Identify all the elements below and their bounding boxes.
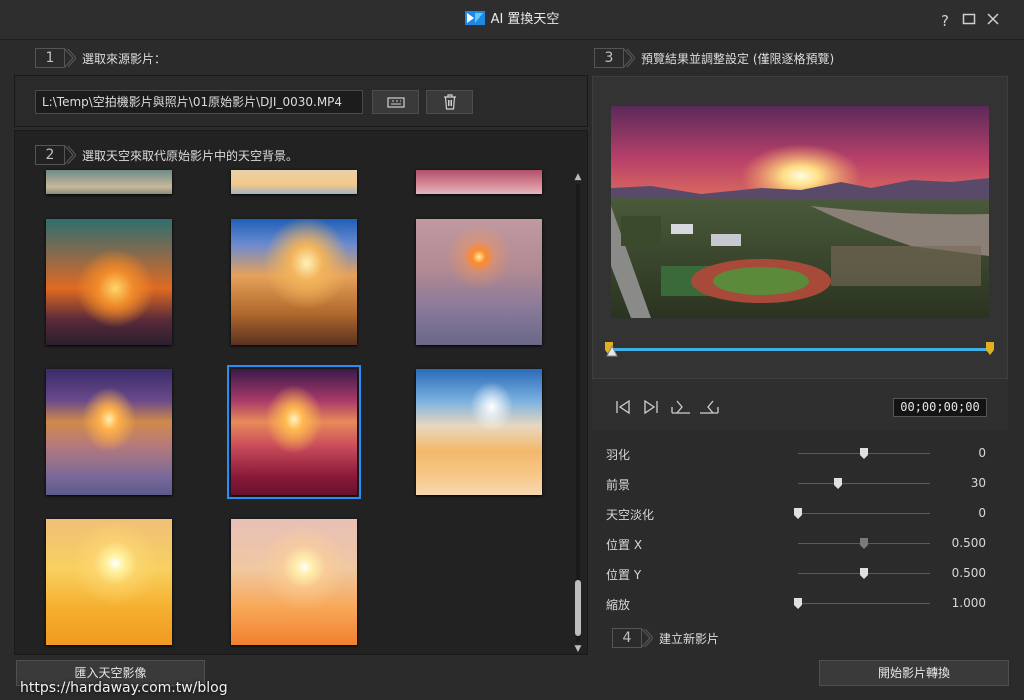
setting-value: 30 (970, 476, 986, 490)
step-1-label: 選取來源影片： (82, 51, 167, 66)
setting-slider-thumb[interactable] (860, 568, 868, 579)
sky-thumbnail[interactable] (416, 219, 542, 345)
step-1-header: 1 選取來源影片： (35, 48, 166, 68)
sky-thumbnail[interactable] (46, 369, 172, 495)
step-3-header: 3 預覽結果並調整設定 (僅限逐格預覽) (594, 48, 834, 68)
timecode-display: 00;00;00;00 (893, 398, 987, 417)
setting-label: 羽化 (606, 448, 631, 462)
delete-button[interactable] (426, 90, 473, 114)
trash-icon (443, 94, 456, 110)
source-path-field[interactable]: L:\Temp\空拍機影片與照片\01原始影片\DJI_0030.MP4 (35, 90, 363, 114)
sky-thumbnail[interactable] (46, 219, 172, 345)
step-3-number: 3 (594, 48, 624, 68)
setting-label: 前景 (606, 478, 631, 492)
setting-label: 天空淡化 (606, 508, 655, 522)
start-convert-button[interactable]: 開始影片轉換 (819, 660, 1009, 686)
scroll-up-icon[interactable]: ▲ (573, 172, 583, 182)
setting-slider-thumb[interactable] (794, 598, 802, 609)
sky-thumbnail-selected[interactable] (227, 365, 361, 499)
scroll-down-icon[interactable]: ▼ (573, 644, 583, 654)
previous-frame-icon[interactable] (614, 399, 632, 415)
setting-slider-thumb[interactable] (860, 448, 868, 459)
setting-value: 0.500 (951, 536, 986, 550)
setting-slider-thumb[interactable] (833, 478, 842, 489)
sky-thumbnail[interactable] (231, 219, 357, 345)
setting-label: 位置 X (606, 538, 643, 552)
chevron-right-icon (64, 48, 76, 68)
step-2-header: 2 選取天空來取代原始影片中的天空背景。 (35, 145, 298, 165)
chevron-right-icon (623, 48, 635, 68)
setting-slider-thumb[interactable] (794, 508, 802, 519)
step-4-number: 4 (612, 628, 642, 648)
scrollbar-thumb[interactable] (575, 580, 581, 636)
timeline-track[interactable] (609, 348, 991, 351)
step-1-number: 1 (35, 48, 65, 68)
sky-thumbnail[interactable] (231, 519, 357, 645)
chevron-right-icon (64, 145, 76, 165)
mark-in-icon[interactable] (670, 399, 692, 415)
playhead-icon[interactable] (606, 345, 618, 357)
setting-value: 1.000 (951, 596, 986, 610)
setting-slider-track[interactable] (798, 513, 930, 514)
watermark-url: https://hardaway.com.tw/blog (20, 680, 228, 696)
step-4-header: 4 建立新影片 (612, 628, 719, 648)
title-bar: AI 置換天空 ? (0, 0, 1024, 40)
close-icon[interactable] (984, 12, 1002, 30)
setting-row: 位置 X 0.500 (606, 534, 1006, 554)
setting-row: 前景 30 (606, 474, 1006, 494)
help-icon[interactable]: ? (936, 12, 954, 30)
browse-button[interactable] (372, 90, 419, 114)
setting-row: 位置 Y 0.500 (606, 564, 1006, 584)
setting-value: 0 (978, 446, 986, 460)
app-logo-icon (464, 11, 485, 25)
chevron-right-icon (641, 628, 653, 648)
sky-thumbnail[interactable] (46, 519, 172, 645)
browse-folder-icon (386, 97, 405, 108)
step-4-label: 建立新影片 (659, 631, 720, 646)
sky-thumbnail[interactable] (46, 170, 172, 194)
step-2-label: 選取天空來取代原始影片中的天空背景。 (82, 148, 299, 163)
setting-row: 天空淡化 0 (606, 504, 1006, 524)
sky-thumbnail[interactable] (416, 170, 542, 194)
step-2-number: 2 (35, 145, 65, 165)
step-3-label: 預覽結果並調整設定 (僅限逐格預覽) (641, 51, 835, 66)
window-title: AI 置換天空 (490, 12, 560, 27)
library-scrollbar[interactable]: ▲ ▼ (572, 170, 584, 656)
next-frame-icon[interactable] (642, 399, 660, 415)
mark-out-icon[interactable] (698, 399, 720, 415)
setting-slider-track[interactable] (798, 603, 930, 604)
setting-label: 位置 Y (606, 568, 642, 582)
preview-video-frame (611, 106, 989, 318)
sky-thumbnail[interactable] (416, 369, 542, 495)
setting-row: 縮放 1.000 (606, 594, 1006, 614)
scrollbar-track[interactable] (576, 184, 580, 642)
setting-row: 羽化 0 (606, 444, 1006, 464)
window-title-area: AI 置換天空 (0, 8, 1024, 27)
setting-slider-track[interactable] (798, 483, 930, 484)
setting-slider-thumb[interactable] (860, 538, 868, 549)
setting-label: 縮放 (606, 598, 631, 612)
maximize-icon[interactable] (960, 12, 978, 30)
sky-thumbnail[interactable] (231, 170, 357, 194)
setting-value: 0 (978, 506, 986, 520)
timeline-out-marker[interactable] (986, 342, 996, 356)
setting-value: 0.500 (951, 566, 986, 580)
